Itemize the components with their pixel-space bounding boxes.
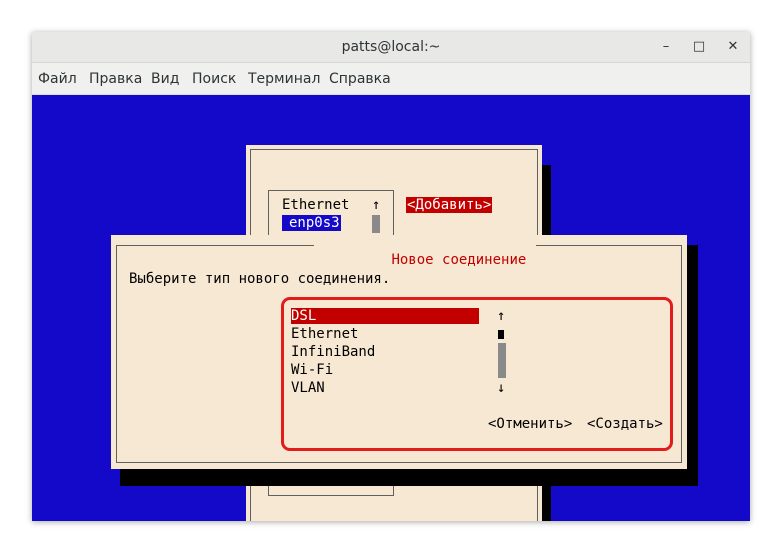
dialog-prompt: Выберите тип нового соединения. [129,271,391,287]
close-icon[interactable]: ✕ [724,38,742,56]
new-connection-dialog: Новое соединение Выберите тип нового сое… [111,235,687,469]
annotation-highlight [281,297,673,451]
menu-bar: Файл Правка Вид Поиск Терминал Справка [32,63,750,95]
scroll-up-icon: ↑ [372,197,381,213]
terminal-window: patts@local:~ – □ ✕ Файл Правка Вид Поис… [32,32,750,521]
list-header-ethernet: Ethernet [282,197,350,213]
minimize-icon[interactable]: – [657,38,675,56]
connection-item-enp0s3[interactable]: enp0s3 [282,215,341,231]
add-button[interactable]: <Добавить> [406,197,493,213]
scrollbar-thumb[interactable] [372,215,380,233]
menu-search[interactable]: Поиск [192,71,236,87]
dialog-title-text: Новое соединение [391,252,527,268]
title-bar[interactable]: patts@local:~ – □ ✕ [32,32,750,63]
menu-file[interactable]: Файл [38,71,77,87]
menu-terminal[interactable]: Терминал [248,71,320,87]
window-title: patts@local:~ [341,39,441,55]
menu-help[interactable]: Справка [329,71,391,87]
menu-view[interactable]: Вид [151,71,179,87]
menu-edit[interactable]: Правка [89,71,142,87]
maximize-icon[interactable]: □ [690,38,708,56]
terminal-area[interactable]: Ethernet ↑ enp0s3 <Добавить> Новое соеди… [32,95,750,521]
